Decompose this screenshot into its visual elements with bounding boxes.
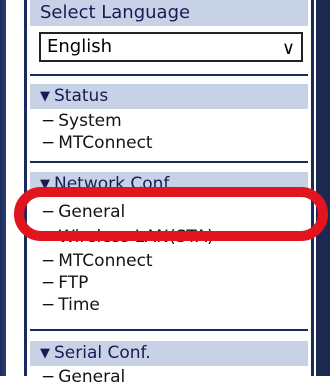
dash-icon: − [41,202,56,222]
language-selected-value: English [47,36,112,57]
dash-icon: − [41,133,56,153]
menu-item-mtconnect-network[interactable]: − MTConnect [41,250,153,272]
menu-item-ftp[interactable]: − FTP [41,272,88,294]
left-frame [0,0,6,376]
menu-item-general-network[interactable]: − General [41,201,125,223]
dash-icon: − [41,367,56,387]
status-header-label: Status [54,86,109,106]
menu-item-wireless-lan[interactable]: − Wireless LAN(STA) [41,226,214,248]
dash-icon: − [41,227,56,247]
chevron-down-icon: ∨ [281,38,295,59]
menu-item-time[interactable]: − Time [41,294,100,316]
right-frame [316,0,330,376]
divider [30,74,308,76]
dash-icon: − [41,295,56,315]
status-section-header[interactable]: ▼ Status [30,84,308,109]
menu-item-general-serial[interactable]: − General [41,366,125,388]
serial-section-header[interactable]: ▼ Serial Conf. [30,341,308,366]
dash-icon: − [41,111,56,131]
triangle-down-icon: ▼ [40,177,50,192]
dash-icon: − [41,251,56,271]
language-select[interactable]: English ∨ [39,32,303,62]
divider [30,329,308,331]
network-section-header[interactable]: ▼ Network Conf. [30,172,308,197]
serial-header-label: Serial Conf. [54,343,151,363]
language-header: Select Language [30,0,308,26]
menu-item-system[interactable]: − System [41,110,122,132]
triangle-down-icon: ▼ [40,89,50,104]
triangle-down-icon: ▼ [40,346,50,361]
dash-icon: − [41,273,56,293]
network-header-label: Network Conf. [54,174,174,194]
side-menu: Select Language English ∨ ▼ Status − Syste… [24,0,314,387]
menu-item-mtconnect-status[interactable]: − MTConnect [41,132,153,154]
divider [30,161,308,163]
